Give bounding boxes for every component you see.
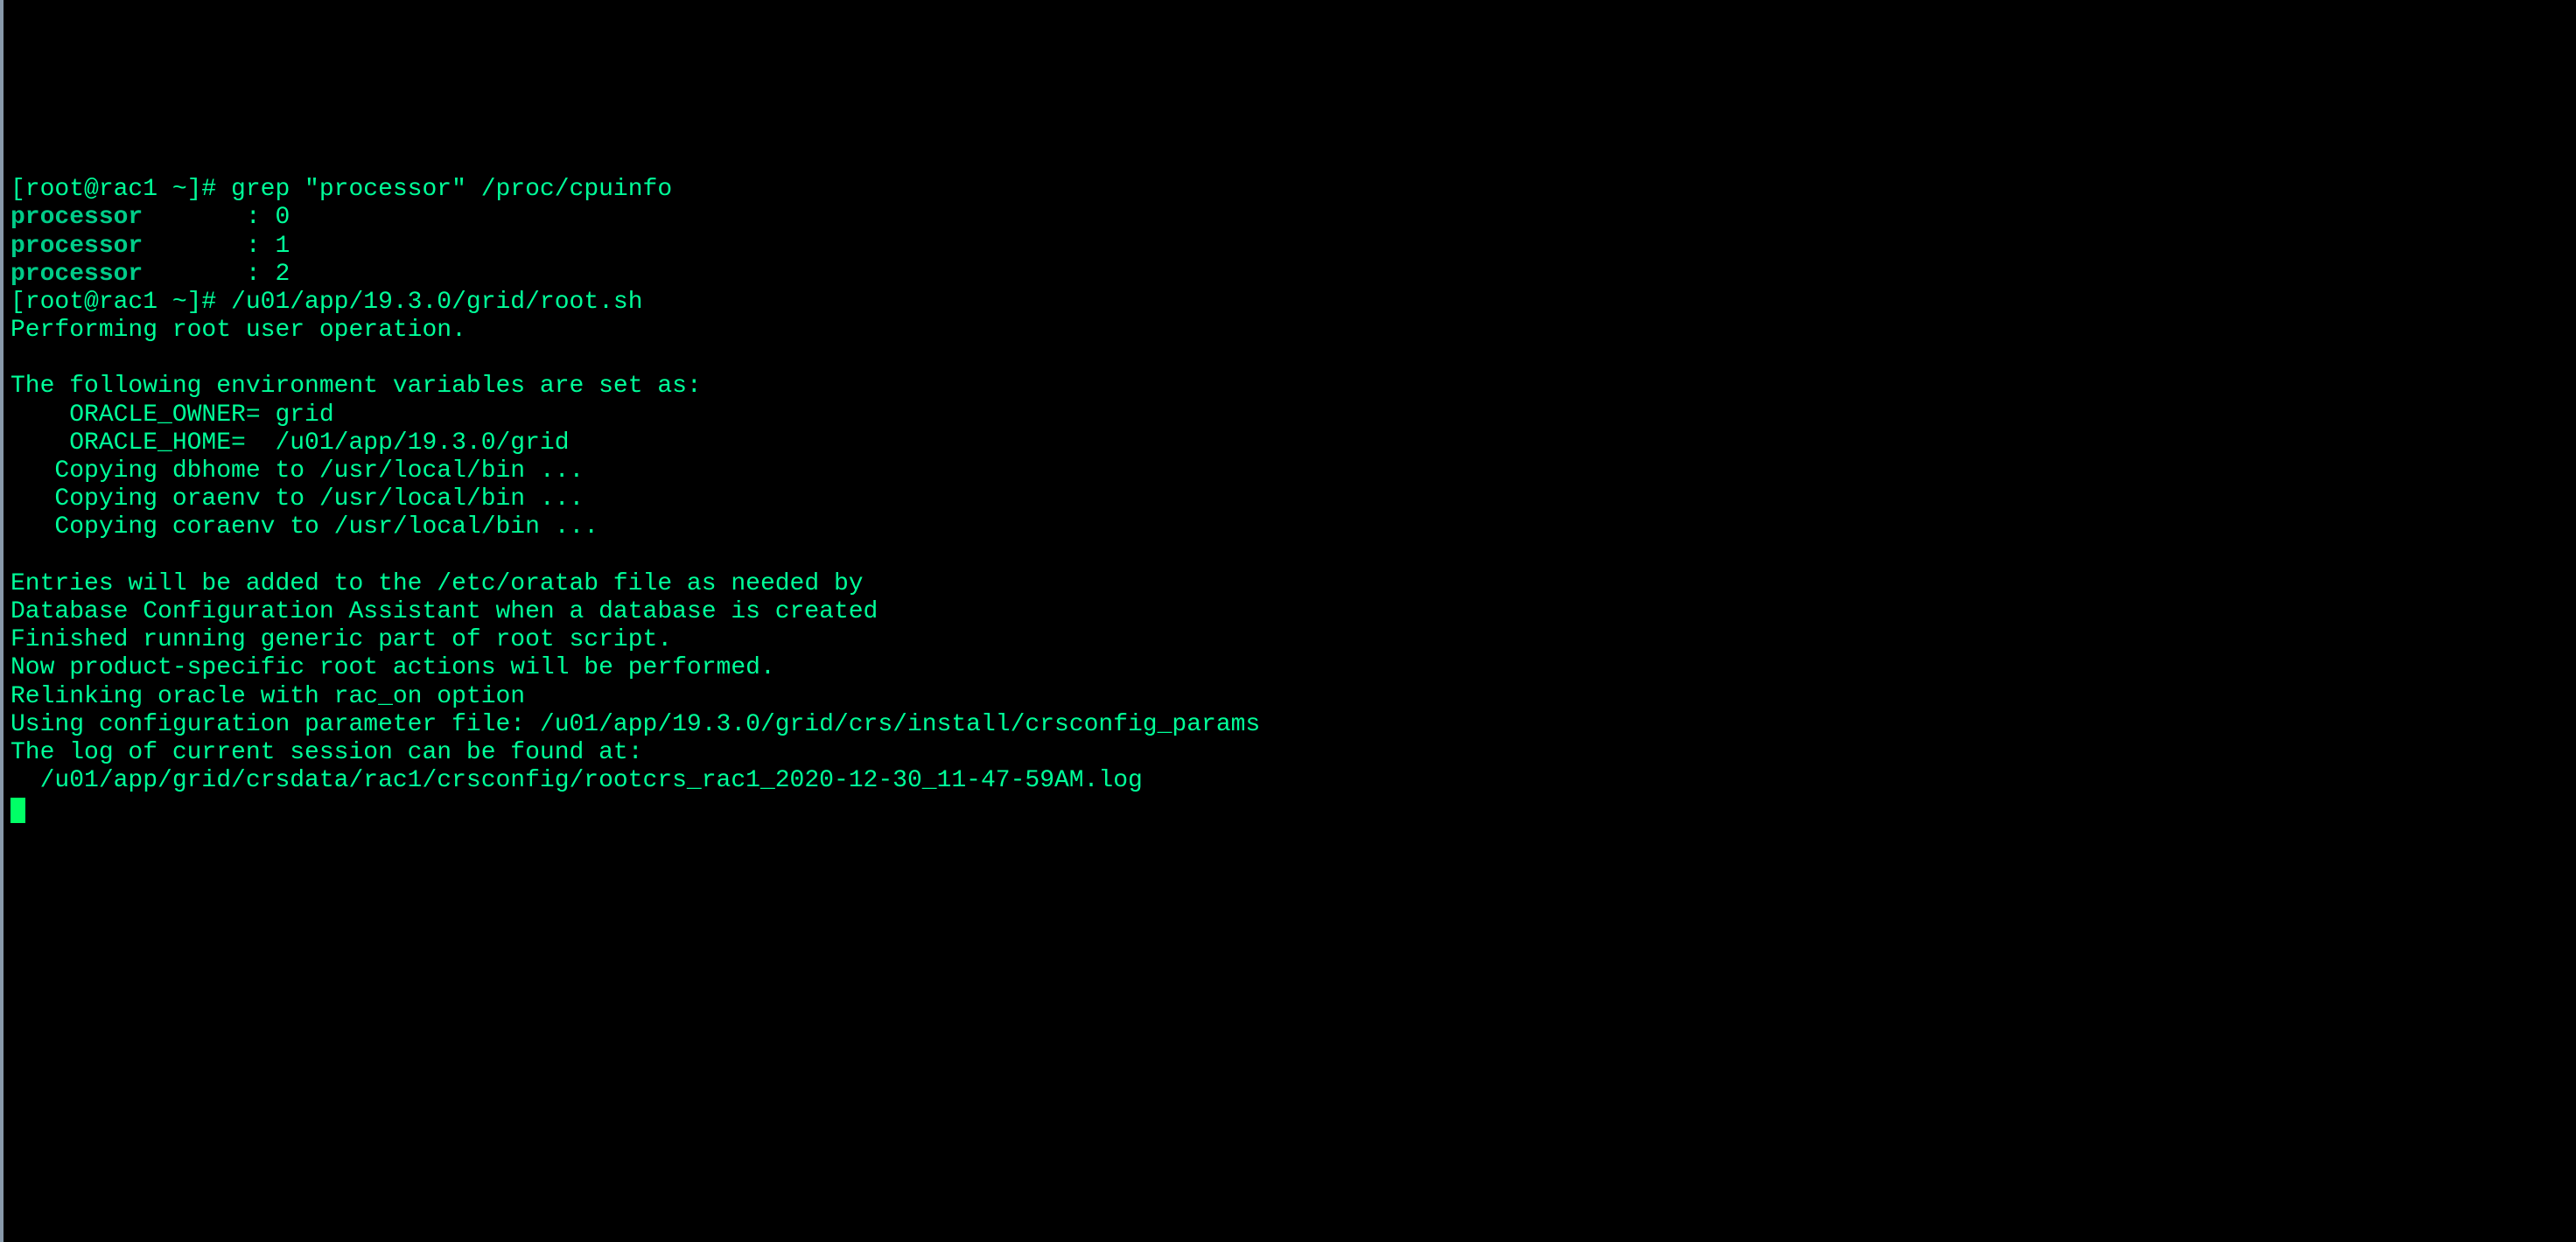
terminal-cursor [10,798,25,823]
terminal-line: Relinking oracle with rac_on option [10,683,2566,711]
output-text: The log of current session can be found … [10,739,643,766]
output-text: Now product-specific root actions will b… [10,654,775,681]
terminal-line: ORACLE_HOME= /u01/app/19.3.0/grid [10,429,2566,457]
terminal-line: Copying oraenv to /usr/local/bin ... [10,485,2566,513]
output-text: ORACLE_HOME= /u01/app/19.3.0/grid [10,429,570,457]
output-text: Relinking oracle with rac_on option [10,683,525,710]
output-text: Using configuration parameter file: /u01… [10,711,1260,738]
terminal-line: The following environment variables are … [10,373,2566,401]
output-text: grep "processor" /proc/cpuinfo [231,176,672,203]
output-text: ORACLE_OWNER= grid [10,401,334,429]
terminal-line [10,542,2566,570]
terminal-line: /u01/app/grid/crsdata/rac1/crsconfig/roo… [10,767,2566,795]
terminal-output[interactable]: [root@rac1 ~]# grep "processor" /proc/cp… [10,176,2566,823]
matched-text: processor [10,204,143,231]
terminal-line: Finished running generic part of root sc… [10,626,2566,654]
output-text: Copying oraenv to /usr/local/bin ... [10,485,584,513]
terminal-line [10,345,2566,373]
terminal-line: Copying coraenv to /usr/local/bin ... [10,513,2566,541]
terminal-line: Database Configuration Assistant when a … [10,598,2566,626]
terminal-line: processor : 1 [10,233,2566,261]
output-text: Performing root user operation. [10,317,466,344]
output-text: The following environment variables are … [10,373,702,400]
terminal-line: processor : 0 [10,204,2566,232]
terminal-line: Using configuration parameter file: /u01… [10,711,2566,739]
matched-text: processor [10,261,143,288]
terminal-line: Copying dbhome to /usr/local/bin ... [10,457,2566,485]
output-text: Database Configuration Assistant when a … [10,598,878,625]
output-text: Copying coraenv to /usr/local/bin ... [10,513,598,541]
output-text: Entries will be added to the /etc/oratab… [10,570,864,597]
output-text: Copying dbhome to /usr/local/bin ... [10,457,584,485]
terminal-line: Now product-specific root actions will b… [10,654,2566,682]
terminal-line: Performing root user operation. [10,317,2566,345]
output-text: /u01/app/19.3.0/grid/root.sh [231,289,642,316]
output-text: /u01/app/grid/crsdata/rac1/crsconfig/roo… [10,767,1143,794]
terminal-line: [root@rac1 ~]# grep "processor" /proc/cp… [10,176,2566,204]
output-text: : 1 [143,233,290,260]
output-text: Finished running generic part of root sc… [10,626,672,653]
output-text: : 0 [143,204,290,231]
output-text: : 2 [143,261,290,288]
terminal-line: processor : 2 [10,261,2566,289]
shell-prompt: [root@rac1 ~]# [10,289,231,316]
shell-prompt: [root@rac1 ~]# [10,176,231,203]
matched-text: processor [10,233,143,260]
window-left-edge [0,0,4,1242]
terminal-line: The log of current session can be found … [10,739,2566,767]
terminal-line: [root@rac1 ~]# /u01/app/19.3.0/grid/root… [10,289,2566,317]
terminal-cursor-line[interactable] [10,795,2566,823]
terminal-line: ORACLE_OWNER= grid [10,401,2566,429]
terminal-line: Entries will be added to the /etc/oratab… [10,570,2566,598]
